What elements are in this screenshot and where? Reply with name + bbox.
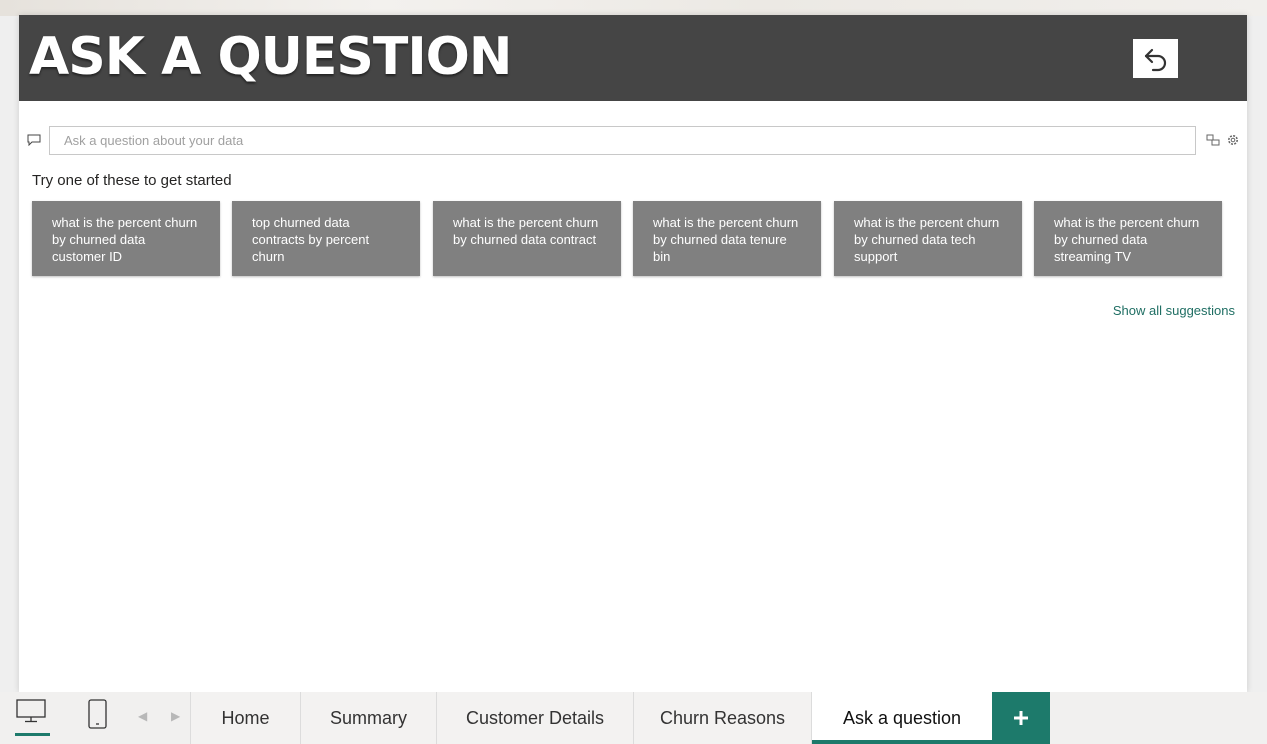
qa-settings-button[interactable] bbox=[1225, 132, 1241, 148]
suggestion-card[interactable]: top churned data contracts by percent ch… bbox=[232, 201, 420, 276]
background-image-strip bbox=[0, 0, 1267, 16]
tab-churn-reasons[interactable]: Churn Reasons bbox=[633, 692, 811, 744]
suggestion-card[interactable]: what is the percent churn by churned dat… bbox=[32, 201, 220, 276]
tab-home[interactable]: Home bbox=[190, 692, 300, 744]
plus-icon bbox=[1014, 711, 1028, 725]
qa-question-input[interactable] bbox=[49, 126, 1196, 155]
page-title: ASK A QUESTION bbox=[29, 27, 512, 87]
prev-page-icon[interactable]: ◀ bbox=[138, 709, 147, 723]
undo-arrow-icon bbox=[1144, 48, 1166, 71]
convert-visual-button[interactable] bbox=[1205, 132, 1221, 148]
show-all-suggestions-link[interactable]: Show all suggestions bbox=[1113, 303, 1235, 318]
chat-icon bbox=[27, 134, 41, 146]
report-canvas: ASK A QUESTION Try one of these to get s… bbox=[19, 15, 1247, 692]
suggestion-card[interactable]: what is the percent churn by churned dat… bbox=[433, 201, 621, 276]
suggestion-card[interactable]: what is the percent churn by churned dat… bbox=[1034, 201, 1222, 276]
suggestion-card[interactable]: what is the percent churn by churned dat… bbox=[633, 201, 821, 276]
convert-visual-icon bbox=[1206, 134, 1220, 146]
active-view-indicator bbox=[15, 733, 50, 736]
suggestions-prompt: Try one of these to get started bbox=[32, 172, 232, 189]
suggestion-card[interactable]: what is the percent churn by churned dat… bbox=[834, 201, 1022, 276]
next-page-icon[interactable]: ▶ bbox=[171, 709, 180, 723]
tab-customer-details[interactable]: Customer Details bbox=[436, 692, 633, 744]
settings-gear-icon bbox=[1228, 135, 1238, 145]
mobile-view-icon bbox=[88, 699, 107, 729]
add-page-button[interactable] bbox=[992, 692, 1050, 744]
title-bar: ASK A QUESTION bbox=[19, 15, 1247, 101]
tab-summary[interactable]: Summary bbox=[300, 692, 436, 744]
mobile-view-button[interactable] bbox=[87, 698, 109, 730]
tab-ask-a-question[interactable]: Ask a question bbox=[811, 692, 992, 744]
back-button[interactable] bbox=[1133, 39, 1178, 78]
page-tab-bar: ◀ ▶ Home Summary Customer Details Churn … bbox=[0, 692, 1267, 744]
desktop-view-icon bbox=[16, 699, 46, 723]
desktop-view-button[interactable] bbox=[15, 698, 47, 724]
